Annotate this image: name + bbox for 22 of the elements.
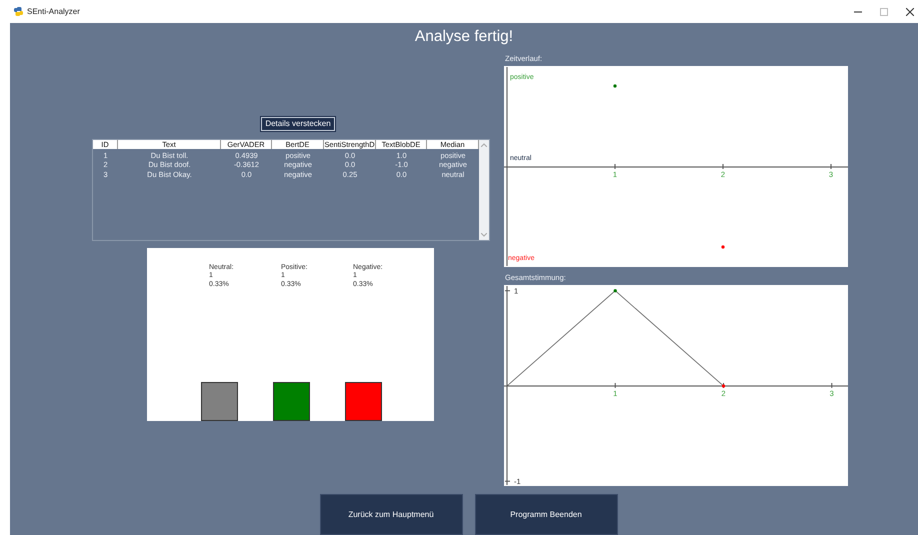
scrollbar[interactable]	[479, 140, 489, 240]
details-button[interactable]: Details verstecken	[261, 116, 335, 131]
scroll-up-icon[interactable]	[481, 142, 487, 147]
x-tick	[831, 382, 832, 388]
y-tick	[504, 290, 510, 292]
data-point	[721, 245, 725, 248]
maximize-icon[interactable]	[880, 8, 888, 16]
data-point	[614, 289, 617, 292]
app-icon	[14, 7, 23, 16]
scroll-down-icon[interactable]	[481, 232, 487, 237]
y-tick	[504, 480, 510, 482]
x-tick	[614, 382, 616, 388]
x-tick	[614, 163, 616, 170]
heading: Analyse fertig!	[414, 27, 514, 47]
close-icon[interactable]	[906, 8, 914, 16]
window-title: SEnti-Analyzer	[27, 7, 80, 16]
action-button[interactable]: Programm Beenden	[474, 494, 618, 535]
x-tick	[830, 163, 832, 170]
data-point	[722, 384, 726, 388]
data-point	[613, 84, 617, 88]
action-button[interactable]: Zurück zum Hauptmenü	[320, 494, 462, 535]
x-tick	[722, 163, 724, 170]
